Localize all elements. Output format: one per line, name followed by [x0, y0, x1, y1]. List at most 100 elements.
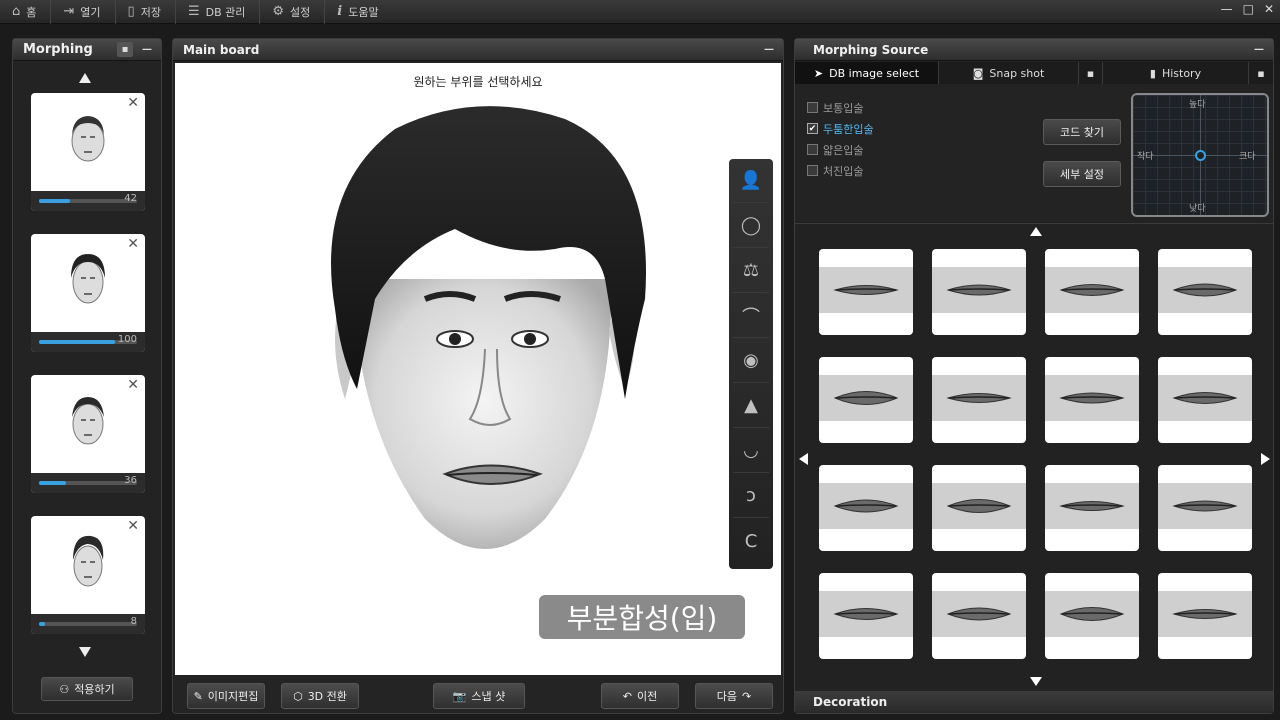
lip-thumbnail-8[interactable]	[1158, 357, 1252, 443]
save-menu[interactable]: ▯ 저장	[116, 0, 176, 24]
option-label: 얇은입술	[823, 143, 864, 157]
ear-icon[interactable]: ↄ	[733, 474, 769, 518]
image-edit-button[interactable]: ✎ 이미지편집	[187, 683, 265, 709]
lip-image	[932, 267, 1026, 313]
morph-slider[interactable]: 8	[31, 614, 145, 634]
lip-thumbnail-4[interactable]	[1158, 249, 1252, 335]
minimize-panel-icon[interactable]: —	[1251, 42, 1267, 57]
lip-thumbnail-6[interactable]	[932, 357, 1026, 443]
morph-slider[interactable]: 100	[31, 332, 145, 352]
top-toolbar: ⌂ 홈 ⇥ 열기 ▯ 저장 ☰ DB 관리 ⚙ 설정 i 도움말 — □ ✕	[0, 0, 1280, 24]
eye-icon[interactable]: ◉	[733, 339, 769, 383]
settings-menu[interactable]: ⚙ 설정	[260, 0, 326, 24]
minimize-panel-icon[interactable]: —	[139, 42, 155, 57]
close-icon[interactable]: ✕	[1264, 2, 1274, 16]
decoration-section[interactable]: Decoration	[795, 691, 1273, 713]
open-menu[interactable]: ⇥ 열기	[51, 0, 116, 24]
lip-image	[1158, 375, 1252, 421]
gallery-down-arrow-icon[interactable]	[1030, 677, 1042, 686]
lip-thumbnail-1[interactable]	[819, 249, 913, 335]
tab-snap-shot[interactable]: ◙ Snap shot	[939, 62, 1079, 84]
lip-thumbnail-16[interactable]	[1158, 573, 1252, 659]
dock-tab-button[interactable]: ▪	[1249, 62, 1273, 84]
morph-item-2[interactable]: ✕ 100	[31, 234, 145, 352]
lip-image	[1045, 483, 1139, 529]
remove-item-icon[interactable]: ✕	[127, 518, 139, 534]
lip-type-options: 보통입술 ✔ 두툼한입술 얇은입술 처진입술	[807, 97, 874, 181]
face-outline-icon[interactable]: ◯	[733, 204, 769, 248]
size-position-pad[interactable]: 높다 낮다 작다 크다	[1131, 93, 1269, 217]
scroll-up-arrow-icon[interactable]	[79, 73, 91, 83]
lip-thumbnail-9[interactable]	[819, 465, 913, 551]
lip-image	[932, 483, 1026, 529]
window-controls: — □ ✕	[1221, 2, 1274, 16]
slider-value: 8	[130, 616, 137, 627]
gallery-left-arrow-icon[interactable]	[799, 453, 808, 465]
next-button[interactable]: 다음 ↷	[695, 683, 773, 709]
maximize-icon[interactable]: □	[1243, 2, 1254, 16]
lip-thumbnail-14[interactable]	[932, 573, 1026, 659]
remove-item-icon[interactable]: ✕	[127, 236, 139, 252]
hair-icon[interactable]: ⚖	[733, 249, 769, 293]
morphing-source-header: Morphing Source —	[795, 39, 1273, 61]
tab-history[interactable]: ▮ History	[1103, 62, 1249, 84]
lip-thumbnail-3[interactable]	[1045, 249, 1139, 335]
db-menu[interactable]: ☰ DB 관리	[176, 0, 261, 24]
gallery-right-arrow-icon[interactable]	[1261, 453, 1270, 465]
tab-snap-label: Snap shot	[989, 66, 1045, 80]
lip-thumbnail-12[interactable]	[1158, 465, 1252, 551]
checkbox[interactable]	[807, 165, 818, 176]
dock-tab-button[interactable]: ▪	[1079, 62, 1103, 84]
lip-thumbnail-2[interactable]	[932, 249, 1026, 335]
remove-item-icon[interactable]: ✕	[127, 377, 139, 393]
checkbox[interactable]	[807, 102, 818, 113]
morph-slider[interactable]: 42	[31, 191, 145, 211]
pad-handle-icon[interactable]	[1195, 150, 1206, 161]
checkbox-checked[interactable]: ✔	[807, 123, 818, 134]
mouth-icon[interactable]: ◡	[733, 429, 769, 473]
detail-settings-button[interactable]: 세부 설정	[1043, 161, 1121, 187]
home-menu[interactable]: ⌂ 홈	[0, 0, 52, 24]
previous-button[interactable]: ↶ 이전	[601, 683, 679, 709]
nose-icon[interactable]: ▲	[733, 384, 769, 428]
pencil-icon: ✎	[193, 689, 203, 703]
lip-thumbnail-5[interactable]	[819, 357, 913, 443]
lip-thumbnail-15[interactable]	[1045, 573, 1139, 659]
minimize-icon[interactable]: —	[1221, 2, 1233, 16]
option-thin-lips[interactable]: 얇은입술	[807, 139, 874, 160]
gallery-up-arrow-icon[interactable]	[1030, 227, 1042, 236]
lip-image	[1158, 483, 1252, 529]
pad-left-label: 작다	[1137, 152, 1154, 162]
lip-thumbnail-10[interactable]	[932, 465, 1026, 551]
checkbox[interactable]	[807, 144, 818, 155]
save-label: 저장	[140, 5, 161, 19]
3d-convert-button[interactable]: ⬡ 3D 전환	[281, 683, 359, 709]
morph-item-1[interactable]: ✕ 42	[31, 93, 145, 211]
lip-thumbnail-13[interactable]	[819, 573, 913, 659]
apply-button[interactable]: ⚇ 적용하기	[41, 677, 133, 701]
tab-db-label: DB image select	[829, 66, 920, 80]
eyebrow-icon[interactable]: ⌒	[733, 294, 769, 338]
morph-slider[interactable]: 36	[31, 473, 145, 493]
help-menu[interactable]: i 도움말	[325, 0, 392, 24]
option-normal-lips[interactable]: 보통입술	[807, 97, 874, 118]
morph-item-3[interactable]: ✕ 36	[31, 375, 145, 493]
morph-item-4[interactable]: ✕ 8	[31, 516, 145, 634]
option-thick-lips[interactable]: ✔ 두툼한입술	[807, 118, 874, 139]
lip-image	[932, 375, 1026, 421]
option-drooping-lips[interactable]: 처진입술	[807, 160, 874, 181]
dock-icon[interactable]: ▪	[117, 42, 133, 57]
person-icon[interactable]: 👤	[733, 159, 769, 203]
home-label: 홈	[26, 5, 37, 19]
tab-db-image-select[interactable]: ➤ DB image select	[795, 62, 939, 84]
minimize-panel-icon[interactable]: —	[761, 42, 777, 57]
remove-item-icon[interactable]: ✕	[127, 95, 139, 111]
lip-thumbnail-11[interactable]	[1045, 465, 1139, 551]
chin-icon[interactable]: C	[733, 519, 769, 563]
code-search-button[interactable]: 코드 찾기	[1043, 119, 1121, 145]
gear-icon: ⚙	[272, 4, 285, 19]
lip-thumbnail-7[interactable]	[1045, 357, 1139, 443]
composite-canvas[interactable]: 원하는 부위를 선택하세요 👤 ◯ ⚖ ⌒ ◉ ▲ ◡ ↄ C 부분합성(입)	[175, 63, 781, 675]
scroll-down-arrow-icon[interactable]	[79, 647, 91, 657]
snapshot-button[interactable]: 📷 스냅 샷	[433, 683, 525, 709]
